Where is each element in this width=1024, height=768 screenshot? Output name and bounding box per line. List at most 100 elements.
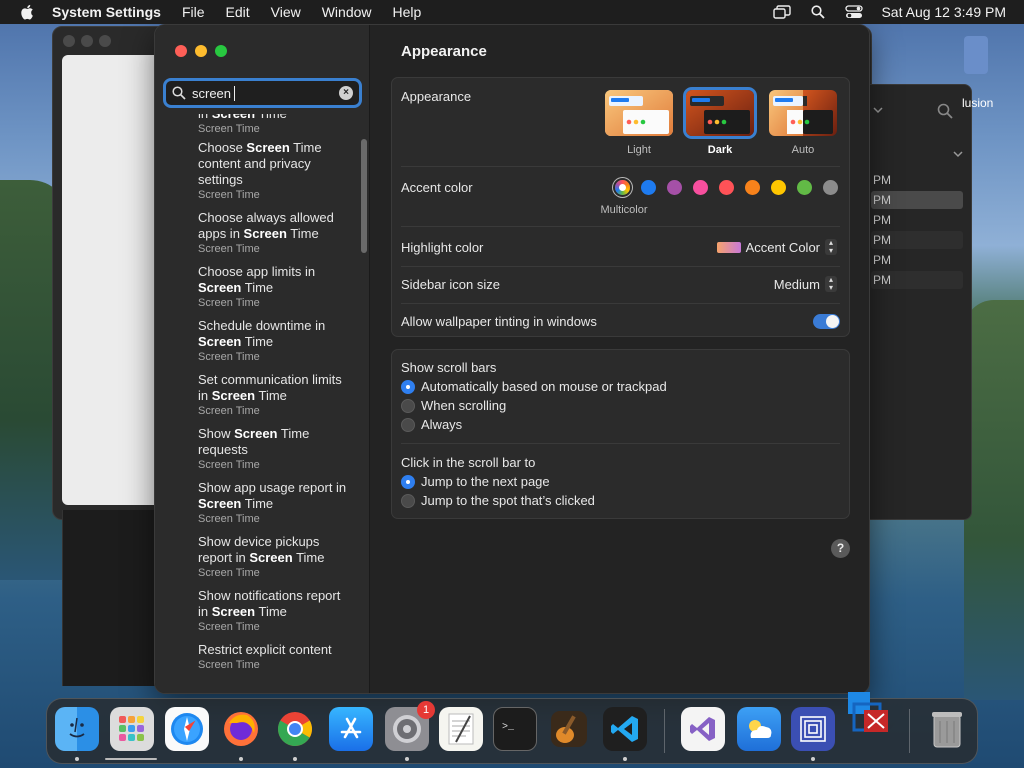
dock-separator xyxy=(664,709,665,753)
spotlight-search-icon[interactable] xyxy=(809,4,827,20)
menu-window[interactable]: Window xyxy=(322,4,372,20)
divider xyxy=(401,266,840,267)
dock-system-settings-icon[interactable]: 1 xyxy=(385,701,435,751)
search-icon xyxy=(172,86,186,100)
search-result-item[interactable]: Restrict explicit content Screen Time xyxy=(198,642,348,672)
search-result-category: Screen Time xyxy=(198,459,260,471)
dock-visual-studio-icon[interactable] xyxy=(681,707,725,751)
result-title-text: Choose xyxy=(198,140,247,155)
menu-help[interactable]: Help xyxy=(393,4,422,20)
clear-search-icon[interactable]: × xyxy=(339,86,353,100)
scrollbars-when-scrolling-label[interactable]: When scrolling xyxy=(421,398,506,413)
search-result-item[interactable]: Show Screen Time requests Screen Time xyxy=(198,426,348,472)
menu-file[interactable]: File xyxy=(182,4,205,20)
search-result-category: Screen Time xyxy=(198,659,260,671)
menu-view[interactable]: View xyxy=(271,4,301,20)
apple-menu-icon[interactable] xyxy=(20,4,34,20)
search-field[interactable]: screen × xyxy=(163,78,362,108)
search-result-title: Show app usage report in Screen Time xyxy=(198,480,348,512)
dock-garageband-icon[interactable] xyxy=(547,707,591,751)
dock-separator xyxy=(909,709,910,753)
jump-next-page-label[interactable]: Jump to the next page xyxy=(421,474,550,489)
accent-swatch-orange[interactable] xyxy=(745,180,760,195)
click-scroll-bar-label: Click in the scroll bar to xyxy=(401,455,536,470)
scrollbars-auto-radio[interactable] xyxy=(401,380,415,394)
search-result-title: Show device pickups report in Screen Tim… xyxy=(198,534,348,566)
wallpaper-tinting-toggle[interactable] xyxy=(813,314,840,329)
minimize-button[interactable] xyxy=(195,45,207,57)
accent-swatch-graphite[interactable] xyxy=(823,180,838,195)
background-window-list: PM PM PM PM PM PM xyxy=(866,84,972,520)
dock-firefox-icon[interactable] xyxy=(219,707,263,751)
search-result-item[interactable]: Show device pickups report in Screen Tim… xyxy=(198,534,348,580)
accent-swatch-blue[interactable] xyxy=(641,180,656,195)
menu-app-name[interactable]: System Settings xyxy=(52,4,161,20)
search-input[interactable]: screen xyxy=(192,86,231,101)
dock-remote-desktop-icon[interactable] xyxy=(791,707,835,751)
search-result-category: Screen Time xyxy=(198,621,260,633)
scrollbars-when-scrolling-radio[interactable] xyxy=(401,399,415,413)
background-window-strip xyxy=(62,510,162,686)
jump-to-spot-radio[interactable] xyxy=(401,494,415,508)
menubar-clock[interactable]: Sat Aug 12 3:49 PM xyxy=(881,4,1006,20)
result-title-match: Screen xyxy=(198,280,242,295)
search-result-item[interactable]: Choose always allowed apps in Screen Tim… xyxy=(198,210,348,256)
dock-vscode-icon[interactable] xyxy=(603,707,647,751)
zoom-button[interactable] xyxy=(215,45,227,57)
accent-swatch-red[interactable] xyxy=(719,180,734,195)
floating-virtualbox-icon[interactable] xyxy=(846,690,892,736)
appearance-label: Appearance xyxy=(401,89,472,104)
dock-finder-icon[interactable] xyxy=(55,707,99,751)
dock-textedit-icon[interactable] xyxy=(439,707,483,751)
search-result-category: Screen Time xyxy=(198,351,260,363)
appearance-auto-option[interactable] xyxy=(769,90,837,136)
jump-next-page-radio[interactable] xyxy=(401,475,415,489)
highlight-swatch xyxy=(716,241,741,253)
result-title-text: Time xyxy=(241,496,274,511)
popup-chevron-icon: ▴ ▾ xyxy=(825,276,837,292)
dock-trash-icon[interactable] xyxy=(925,707,969,751)
accent-swatch-green[interactable] xyxy=(797,180,812,195)
dock-safari-icon[interactable] xyxy=(165,707,209,751)
accent-swatch-pink[interactable] xyxy=(693,180,708,195)
result-title-match: Screen xyxy=(211,388,256,403)
search-result-item[interactable]: Choose app limits in Screen Time Screen T… xyxy=(198,264,348,310)
search-result-item[interactable]: Show notifications report in Screen Time… xyxy=(198,588,348,634)
dock-launchpad-icon[interactable] xyxy=(110,707,154,751)
dock-chrome-icon[interactable] xyxy=(273,707,317,751)
show-scroll-bars-label: Show scroll bars xyxy=(401,360,497,375)
screen-mirroring-icon[interactable] xyxy=(773,4,792,20)
sidebar-icon-size-popup[interactable]: Medium ▴ ▾ xyxy=(774,276,837,292)
appearance-light-option[interactable] xyxy=(605,90,673,136)
close-button[interactable] xyxy=(175,45,187,57)
search-result-title: Choose always allowed apps in Screen Tim… xyxy=(198,210,348,242)
search-result-item[interactable]: Schedule downtime in Screen Time Screen T… xyxy=(198,318,348,364)
appearance-group: Appearance Light Dark Auto Accent color … xyxy=(391,77,850,337)
scrollbars-always-label[interactable]: Always xyxy=(421,417,462,432)
accent-swatch-yellow[interactable] xyxy=(771,180,786,195)
jump-to-spot-label[interactable]: Jump to the spot that’s clicked xyxy=(421,493,595,508)
running-indicator xyxy=(623,757,627,761)
scrollbars-always-radio[interactable] xyxy=(401,418,415,432)
search-result-title: Show notifications report in Screen Time xyxy=(198,588,348,620)
dock-app-store-icon[interactable] xyxy=(329,707,373,751)
system-settings-window: screen × in Screen TimeScreen Time Choose… xyxy=(154,24,870,694)
scrollbars-auto-label[interactable]: Automatically based on mouse or trackpad xyxy=(421,379,667,394)
menu-edit[interactable]: Edit xyxy=(226,4,250,20)
sidebar-scrollbar[interactable] xyxy=(361,139,367,253)
appearance-dark-option[interactable] xyxy=(686,90,754,136)
control-center-icon[interactable] xyxy=(845,4,864,20)
search-result-item[interactable]: Set communication limits in Screen Time S… xyxy=(198,372,348,418)
bg-list-row: PM xyxy=(873,173,891,187)
search-result-item[interactable]: Show app usage report in Screen Time Scre… xyxy=(198,480,348,526)
search-result-item[interactable]: Choose Screen Time content and privacy s… xyxy=(198,140,348,202)
menu-bar: System Settings File Edit View Window He… xyxy=(0,0,1024,24)
help-button[interactable]: ? xyxy=(831,539,850,558)
dock-terminal-icon[interactable]: >_ xyxy=(493,707,537,751)
search-result-item[interactable]: in Screen TimeScreen Time xyxy=(198,114,348,136)
highlight-color-value: Accent Color xyxy=(745,239,820,255)
highlight-color-popup[interactable]: Accent Color ▴ ▾ xyxy=(716,239,837,255)
dock-weather-icon[interactable] xyxy=(737,707,781,751)
accent-swatch-purple[interactable] xyxy=(667,180,682,195)
accent-swatch-multicolor[interactable] xyxy=(615,180,630,195)
